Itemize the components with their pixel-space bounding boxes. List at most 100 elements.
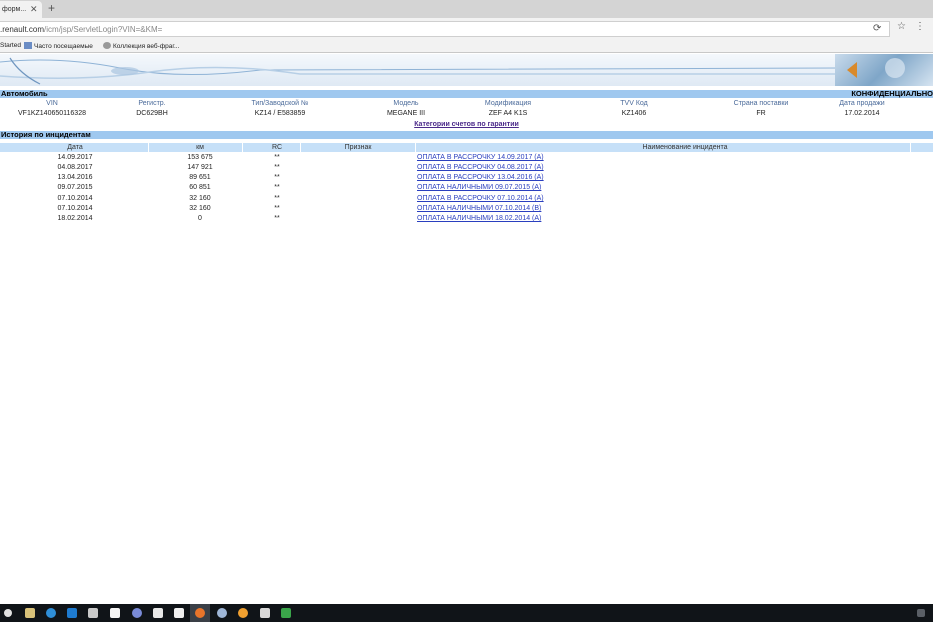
tray-icon[interactable] xyxy=(917,609,925,617)
col-country: Страна поставки xyxy=(733,100,789,107)
col-tvv: TVV Код xyxy=(620,100,648,107)
row-date: 14.09.2017 xyxy=(57,154,93,161)
table-row: 13.04.2016 89 651 ** ОПЛАТА В РАССРОЧКУ … xyxy=(0,173,933,183)
col-sale-date: Дата продажи xyxy=(839,100,885,107)
column-divider xyxy=(242,143,243,152)
row-rc: ** xyxy=(274,215,280,222)
new-tab-button[interactable]: + xyxy=(48,1,55,15)
warranty-categories-link[interactable]: Категории счетов по гарантии xyxy=(0,121,933,128)
row-rc: ** xyxy=(274,154,280,161)
mail-icon[interactable] xyxy=(153,608,163,618)
col-incident-name[interactable]: Наименование инцидента xyxy=(520,143,850,152)
column-divider xyxy=(910,143,911,152)
table-row: 18.02.2014 0 ** ОПЛАТА НАЛИЧНЫМИ 18.02.2… xyxy=(0,214,933,224)
bookmark-webslices[interactable]: Коллекция веб-фраг... xyxy=(103,42,179,50)
table-row: 09.07.2015 60 851 ** ОПЛАТА НАЛИЧНЫМИ 09… xyxy=(0,183,933,193)
bookmark-webslices-label: Коллекция веб-фраг... xyxy=(113,43,180,50)
table-row: 07.10.2014 32 160 ** ОПЛАТА НАЛИЧНЫМИ 07… xyxy=(0,204,933,214)
reload-icon[interactable]: ⟳ xyxy=(873,23,881,34)
menu-icon[interactable]: ⋮ xyxy=(915,21,925,32)
star-icon[interactable]: ☆ xyxy=(897,21,906,32)
row-date: 13.04.2016 xyxy=(57,174,93,181)
column-divider xyxy=(415,143,416,152)
address-bar[interactable]: .renault.com/icm/jsp/ServletLogin?VIN=&K… xyxy=(0,21,890,37)
firefox-icon[interactable] xyxy=(195,608,205,618)
col-sign[interactable]: Признак xyxy=(318,143,398,152)
row-rc: ** xyxy=(274,205,280,212)
app-icon[interactable] xyxy=(238,608,248,618)
app-icon[interactable] xyxy=(260,608,270,618)
app-icon[interactable] xyxy=(88,608,98,618)
col-type: Тип/Заводской № xyxy=(251,100,309,107)
col-model: Модель xyxy=(393,100,419,107)
col-date[interactable]: Дата xyxy=(40,143,110,152)
col-rc[interactable]: RC xyxy=(247,143,307,152)
tab-title: форм... xyxy=(2,6,27,13)
table-row: 07.10.2014 32 160 ** ОПЛАТА В РАССРОЧКУ … xyxy=(0,194,933,204)
row-date: 07.10.2014 xyxy=(57,195,93,202)
model-value: MEGANE III xyxy=(386,110,426,117)
notepad-icon[interactable] xyxy=(110,608,120,618)
row-km: 32 160 xyxy=(189,195,211,202)
tab-strip: форм... ✕ + xyxy=(0,0,933,18)
col-modification: Модификация xyxy=(484,100,532,107)
folder-icon xyxy=(24,42,32,49)
table-row: 14.09.2017 153 675 ** ОПЛАТА В РАССРОЧКУ… xyxy=(0,153,933,163)
document-icon[interactable] xyxy=(174,608,184,618)
row-km: 147 921 xyxy=(187,164,213,171)
modification-value: ZEF A4 K1S xyxy=(488,110,528,117)
bookmarks-bar: Started Часто посещаемые Коллекция веб-ф… xyxy=(0,39,933,53)
row-km: 153 675 xyxy=(187,154,213,161)
sale-date-value: 17.02.2014 xyxy=(844,110,880,117)
close-icon[interactable]: ✕ xyxy=(30,4,38,15)
incident-link[interactable]: ОПЛАТА В РАССРОЧКУ 13.04.2016 (А) xyxy=(417,173,544,183)
incident-link[interactable]: ОПЛАТА НАЛИЧНЫМИ 07.10.2014 (B) xyxy=(417,204,541,214)
column-divider xyxy=(300,143,301,152)
page-banner xyxy=(0,54,933,86)
row-rc: ** xyxy=(274,184,280,191)
taskbar xyxy=(0,604,933,622)
type-value: KZ14 / E583859 xyxy=(254,110,306,117)
incident-link[interactable]: ОПЛАТА В РАССРОЧКУ 04.08.2017 (А) xyxy=(417,163,544,173)
vehicle-section-title: Автомобиль xyxy=(1,89,48,98)
reg-value: DC629BH xyxy=(136,110,168,117)
incident-link[interactable]: ОПЛАТА В РАССРОЧКУ 14.09.2017 (А) xyxy=(417,153,544,163)
row-km: 89 651 xyxy=(189,174,211,181)
tvv-value: KZ1406 xyxy=(621,110,647,117)
bookmark-frequent[interactable]: Часто посещаемые xyxy=(24,42,93,50)
banner-logo xyxy=(835,54,933,86)
incident-link[interactable]: ОПЛАТА В РАССРОЧКУ 07.10.2014 (А) xyxy=(417,194,544,204)
file-explorer-icon[interactable] xyxy=(25,608,35,618)
bookmark-started[interactable]: Started xyxy=(0,42,21,49)
url-text: .renault.com/icm/jsp/ServletLogin?VIN=&K… xyxy=(0,25,162,34)
row-km: 0 xyxy=(198,215,202,222)
confidential-label: КОНФИДЕНЦИАЛЬНО xyxy=(851,89,933,98)
row-km: 32 160 xyxy=(189,205,211,212)
vehicle-header-row: VIN Регистр. Тип/Заводской № Модель Моди… xyxy=(0,100,933,108)
history-section-title: История по инцидентам xyxy=(1,130,91,139)
row-km: 60 851 xyxy=(189,184,211,191)
globe-icon xyxy=(103,42,111,49)
table-row: 04.08.2017 147 921 ** ОПЛАТА В РАССРОЧКУ… xyxy=(0,163,933,173)
browser-toolbar: .renault.com/icm/jsp/ServletLogin?VIN=&K… xyxy=(0,18,933,39)
row-date: 18.02.2014 xyxy=(57,215,93,222)
url-host: .renault.com xyxy=(0,25,45,34)
banner-graphic xyxy=(0,57,841,85)
col-km[interactable]: км xyxy=(160,143,240,152)
incident-link[interactable]: ОПЛАТА НАЛИЧНЫМИ 09.07.2015 (А) xyxy=(417,183,541,193)
app-icon[interactable] xyxy=(217,608,227,618)
browser-tab[interactable]: форм... ✕ xyxy=(0,1,42,18)
row-rc: ** xyxy=(274,195,280,202)
column-divider xyxy=(148,143,149,152)
history-section-header: История по инцидентам xyxy=(0,131,933,139)
edge-icon[interactable] xyxy=(46,608,56,618)
vehicle-values-row: VF1KZ140650116328 DC629BH KZ14 / E583859… xyxy=(0,110,933,118)
row-rc: ** xyxy=(274,164,280,171)
excel-icon[interactable] xyxy=(281,608,291,618)
url-path: /icm/jsp/ServletLogin?VIN=&KM= xyxy=(44,25,163,34)
row-rc: ** xyxy=(274,174,280,181)
store-icon[interactable] xyxy=(67,608,77,618)
start-icon[interactable] xyxy=(4,609,12,617)
viber-icon[interactable] xyxy=(132,608,142,618)
incident-link[interactable]: ОПЛАТА НАЛИЧНЫМИ 18.02.2014 (А) xyxy=(417,214,541,224)
